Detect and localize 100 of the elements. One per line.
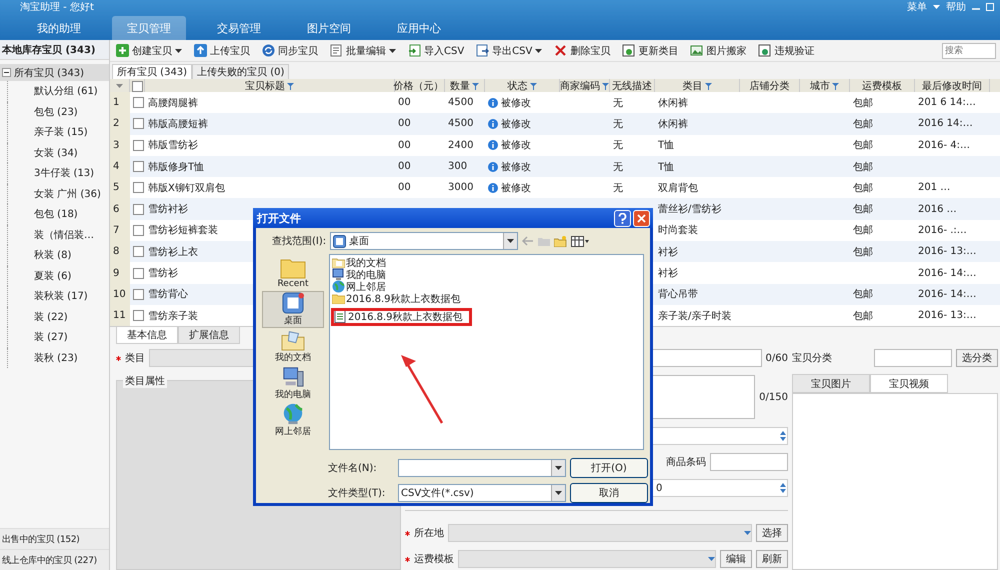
table-cell-text: 被修改 bbox=[501, 96, 531, 110]
field-label: 文件名(N): bbox=[328, 462, 378, 475]
tree-item[interactable]: 包包 (23) bbox=[7, 102, 109, 122]
tree-item[interactable]: 装秋 (23) bbox=[7, 348, 109, 368]
tree-item[interactable]: 3牛仔装 (13) bbox=[7, 163, 109, 184]
tree-item[interactable]: 默认分组 (61) bbox=[7, 81, 109, 102]
shop-category-field[interactable] bbox=[874, 349, 952, 368]
menu-link[interactable]: 菜单 bbox=[907, 0, 927, 14]
row-checkbox[interactable] bbox=[133, 182, 144, 194]
spinner-icon[interactable] bbox=[779, 430, 787, 442]
toolbar-button[interactable]: 图片搬家 bbox=[688, 42, 752, 60]
spinner-field[interactable]: 0 bbox=[652, 479, 788, 498]
file-item[interactable]: 网上邻居 bbox=[332, 280, 386, 293]
places-item[interactable]: 我的文档 bbox=[262, 328, 324, 365]
tree-item[interactable]: 秋装 (8) bbox=[7, 245, 109, 266]
places-item[interactable]: 桌面 bbox=[262, 290, 324, 328]
filter-icon[interactable] bbox=[287, 82, 294, 90]
table-cell-text: 00 bbox=[397, 97, 411, 108]
tree-item[interactable]: 装 (22) bbox=[7, 306, 109, 327]
file-item[interactable]: 我的电脑 bbox=[332, 268, 386, 281]
toolbar-button[interactable]: 上传宝贝 bbox=[192, 42, 256, 60]
tree-item[interactable]: 装 (27) bbox=[7, 327, 109, 348]
table-cell-text: 包邮 bbox=[852, 202, 873, 216]
tab[interactable]: 扩展信息 bbox=[178, 327, 240, 344]
row-checkbox[interactable] bbox=[133, 140, 144, 151]
tree-item[interactable]: 包包 (18) bbox=[7, 204, 109, 224]
toolbar-button[interactable]: 违规验证 bbox=[756, 42, 820, 60]
help-link[interactable]: 帮助 bbox=[946, 0, 966, 14]
table-cell-text: 包邮 bbox=[852, 160, 873, 174]
choose-category-button[interactable]: 选分类 bbox=[956, 349, 998, 368]
places-item[interactable]: 网上邻居 bbox=[262, 402, 324, 439]
tab[interactable]: 基本信息 bbox=[116, 327, 178, 344]
nav-tab[interactable]: 应用中心 bbox=[382, 16, 456, 40]
toolbar-button[interactable]: 创建宝贝 bbox=[114, 42, 188, 60]
collapse-icon[interactable] bbox=[2, 68, 11, 77]
form-button[interactable]: 编辑 bbox=[720, 550, 752, 568]
row-checkbox[interactable] bbox=[133, 288, 144, 300]
row-checkbox[interactable] bbox=[133, 268, 144, 279]
toolbar-button[interactable]: 同步宝贝 bbox=[260, 42, 324, 60]
form-button[interactable]: 刷新 bbox=[756, 550, 788, 568]
file-item[interactable]: 我的文档 bbox=[332, 256, 386, 269]
spinner-icon[interactable] bbox=[779, 482, 787, 494]
open-button[interactable]: 打开(O) bbox=[570, 458, 648, 478]
toolbar-button[interactable]: 删除宝贝 bbox=[552, 42, 616, 60]
tree-item[interactable]: 装（情侣装… bbox=[7, 224, 109, 245]
file-name-field[interactable] bbox=[398, 459, 566, 477]
tree-item[interactable]: 夏装 (6) bbox=[7, 266, 109, 286]
filter-icon[interactable] bbox=[602, 82, 609, 90]
row-checkbox[interactable] bbox=[133, 204, 144, 215]
select-all-checkbox[interactable] bbox=[132, 80, 142, 92]
cancel-button[interactable]: 取消 bbox=[570, 483, 648, 503]
maximize-icon[interactable] bbox=[986, 3, 994, 11]
table-cell-text: 被修改 bbox=[501, 182, 531, 195]
row-checkbox[interactable] bbox=[133, 118, 144, 130]
tree-item[interactable]: 女装 (34) bbox=[7, 142, 109, 163]
new-folder-icon[interactable] bbox=[554, 236, 568, 247]
caret-icon bbox=[708, 557, 715, 562]
filter-icon[interactable] bbox=[530, 82, 536, 90]
view-menu-icon[interactable] bbox=[571, 236, 590, 247]
tree-item[interactable]: 女装 广州 (36) bbox=[7, 184, 109, 204]
close-icon[interactable] bbox=[633, 210, 650, 227]
back-icon[interactable] bbox=[522, 236, 534, 246]
table-cell-text: 201 6 14:… bbox=[917, 97, 976, 108]
barcode-field[interactable] bbox=[710, 453, 788, 472]
help-icon[interactable] bbox=[614, 210, 631, 227]
select-button[interactable]: 选择 bbox=[756, 524, 788, 542]
places-item[interactable]: 我的电脑 bbox=[262, 364, 324, 402]
nav-tab[interactable]: 图片空间 bbox=[292, 16, 366, 40]
filter-icon[interactable] bbox=[704, 82, 712, 90]
row-checkbox[interactable] bbox=[133, 161, 144, 172]
toolbar-button[interactable]: 导出CSV bbox=[474, 42, 548, 60]
tree-item[interactable]: 亲子装 (15) bbox=[7, 122, 109, 142]
sidebar-item[interactable]: 出售中的宝贝 (152) bbox=[0, 528, 109, 549]
tab[interactable]: 上传失败的宝贝 (0) bbox=[192, 64, 290, 79]
character-counter: 0/150 bbox=[759, 392, 788, 403]
file-type-select[interactable]: CSV文件(*.csv) bbox=[398, 484, 566, 502]
row-checkbox[interactable] bbox=[133, 97, 144, 108]
toolbar-button[interactable]: 更新类目 bbox=[620, 42, 684, 60]
toolbar-button[interactable]: 批量编辑 bbox=[328, 42, 402, 60]
tree-item[interactable]: 装秋装 (17) bbox=[7, 286, 109, 306]
tab[interactable]: 所有宝贝 (343) bbox=[112, 64, 192, 79]
search-field[interactable]: 搜索 bbox=[942, 42, 996, 58]
tab[interactable]: 宝贝图片 bbox=[792, 374, 870, 394]
row-checkbox[interactable] bbox=[133, 246, 144, 258]
documents-icon bbox=[280, 328, 306, 351]
filter-icon[interactable] bbox=[832, 82, 839, 90]
tree-item[interactable]: 所有宝贝 (343) bbox=[0, 64, 109, 81]
tab[interactable]: 宝贝视频 bbox=[870, 374, 948, 394]
nav-tab[interactable]: 交易管理 bbox=[202, 16, 276, 40]
toolbar-button[interactable]: 导入CSV bbox=[406, 42, 470, 60]
file-item[interactable]: 2016.8.9秋款上衣数据包 bbox=[334, 310, 469, 323]
filter-icon[interactable] bbox=[472, 82, 479, 90]
sidebar-item[interactable]: 线上仓库中的宝贝 (227) bbox=[0, 549, 109, 570]
nav-tab[interactable]: 我的助理 bbox=[22, 16, 96, 40]
row-checkbox[interactable] bbox=[133, 310, 144, 322]
look-in-select[interactable]: 桌面 bbox=[330, 232, 518, 250]
row-checkbox[interactable] bbox=[133, 224, 144, 236]
row-number: 5 bbox=[110, 177, 130, 198]
places-item[interactable]: Recent bbox=[262, 254, 324, 291]
file-item[interactable]: 2016.8.9秋款上衣数据包 bbox=[332, 292, 461, 305]
